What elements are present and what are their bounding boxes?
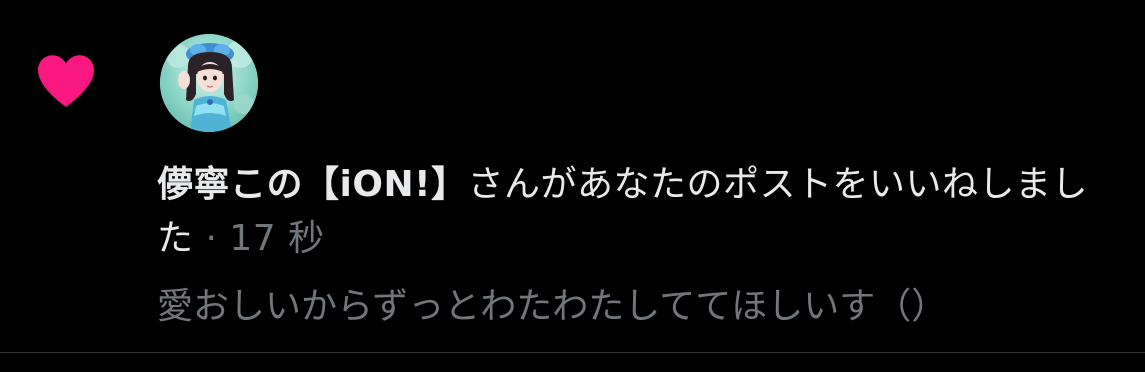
timestamp: 17 秒 (229, 218, 325, 259)
heart-icon (38, 55, 94, 107)
post-preview[interactable]: 愛おしいからずっとわたわたしててほしいす（） (157, 282, 1122, 332)
avatar[interactable] (160, 34, 258, 132)
separator: · (193, 218, 230, 259)
like-notification[interactable]: 儚寧この【iON!】さんがあなたのポストをいいねしました · 17 秒 愛おしい… (0, 0, 1145, 352)
divider (0, 352, 1145, 353)
user-name[interactable]: 儚寧この【iON!】 (157, 164, 468, 205)
notification-text: 儚寧この【iON!】さんがあなたのポストをいいねしました · 17 秒 (157, 158, 1122, 266)
